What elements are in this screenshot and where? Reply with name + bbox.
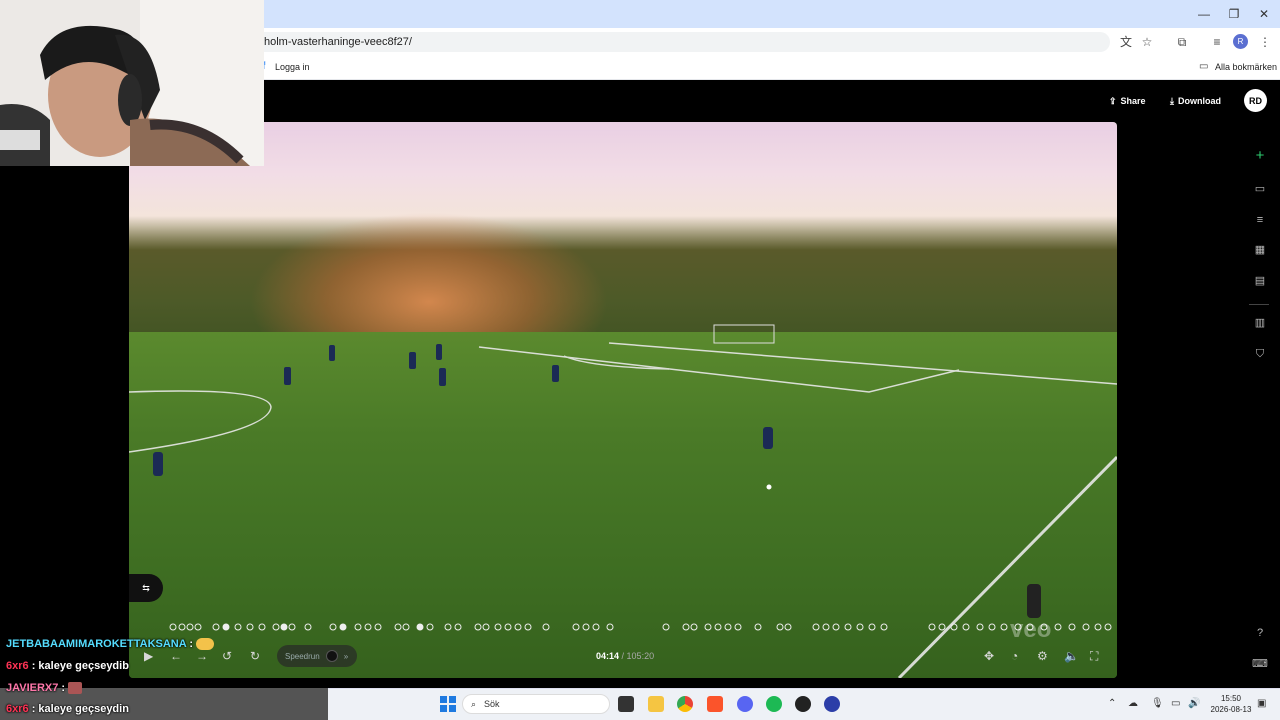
video-player[interactable]: [129, 122, 1117, 678]
chat-sep: :: [58, 682, 69, 694]
url-text[interactable]: holm-vasterhaninge-veec8f27/: [264, 36, 412, 48]
chat-sep: :: [186, 638, 197, 650]
veo-watermark: veo: [1010, 616, 1052, 643]
bookmark-login[interactable]: Logga in: [275, 62, 310, 72]
speedrun-toggle[interactable]: Speedrun »: [277, 645, 357, 667]
scoreboard-icon[interactable]: ▦: [1252, 242, 1268, 258]
chat-line: JETBABAAMIMAROKETTAKSANA :: [6, 638, 215, 651]
move-icon[interactable]: ✥: [984, 649, 994, 663]
speed-icon[interactable]: ◔: [1011, 649, 1018, 663]
chat-user: JETBABAAMIMAROKETTAKSANA: [6, 638, 187, 650]
discord-icon[interactable]: [737, 696, 753, 712]
star-icon[interactable]: ☆: [1139, 34, 1155, 50]
tray-chevron-icon[interactable]: ⌃: [1108, 698, 1116, 709]
download-label: Download: [1177, 96, 1221, 106]
panel-toggle-button[interactable]: ⇆: [129, 574, 163, 602]
chat-sep: :: [28, 703, 39, 715]
chat-message: kaleye geçseydib: [38, 660, 129, 672]
task-view-icon[interactable]: [618, 696, 634, 712]
obs-icon[interactable]: [795, 696, 811, 712]
chat-line: 6xr6 : kaleye geçseydib: [6, 660, 129, 672]
chat-sep: :: [28, 660, 39, 672]
streamer-image: [0, 0, 264, 166]
speaker-icon[interactable]: 🔊: [1188, 698, 1200, 709]
chat-user: JAVIERX7: [6, 682, 59, 694]
taskbar-clock[interactable]: 15:50 2026-08-13: [1210, 693, 1252, 715]
pitch-lines: [129, 324, 1117, 678]
share-label: Share: [1120, 96, 1146, 106]
chrome-icon[interactable]: [677, 696, 693, 712]
profile-avatar[interactable]: R: [1233, 34, 1248, 49]
media-icon[interactable]: ≡: [1209, 34, 1225, 50]
minimize-icon[interactable]: —: [1196, 6, 1212, 22]
folder-icon: ▭: [1199, 61, 1209, 72]
timecode: 04:14 / 105:20: [596, 651, 654, 661]
taskbar-search[interactable]: ⌕ Sök: [462, 694, 610, 714]
chat-line: 6xr6 : kaleye geçseydin: [6, 703, 129, 715]
file-explorer-icon[interactable]: [648, 696, 664, 712]
chat-user: 6xr6: [6, 660, 29, 672]
fullscreen-icon[interactable]: ⛶: [1090, 649, 1098, 664]
spotify-icon[interactable]: [766, 696, 782, 712]
chat-line: JAVIERX7 :: [6, 682, 83, 695]
brave-icon[interactable]: [707, 696, 723, 712]
menu-icon[interactable]: ⋮: [1257, 34, 1273, 50]
sidebar-divider: [1249, 304, 1269, 305]
ball: [766, 484, 772, 490]
next-icon[interactable]: →: [196, 649, 208, 663]
speedrun-label: Speedrun: [285, 651, 320, 661]
download-button[interactable]: ⤓ Download: [1170, 94, 1221, 108]
jersey-icon[interactable]: ⛉: [1252, 346, 1268, 362]
close-icon[interactable]: ✕: [1256, 6, 1272, 22]
prev-icon[interactable]: ←: [170, 649, 182, 663]
settings-icon[interactable]: ⚙: [1037, 649, 1048, 663]
microphone-icon[interactable]: 🎙: [1151, 698, 1164, 709]
clock-time: 15:50: [1220, 694, 1242, 703]
download-icon: ⤓: [1170, 95, 1174, 106]
rewind-icon[interactable]: ↺: [222, 649, 232, 663]
extensions-icon[interactable]: ⧉: [1174, 34, 1190, 50]
translate-icon[interactable]: 文: [1118, 34, 1134, 50]
search-placeholder: Sök: [484, 699, 500, 709]
list-icon[interactable]: ≡: [1252, 212, 1268, 228]
chat-message: kaleye geçseydin: [38, 703, 129, 715]
share-icon: ⇪: [1109, 95, 1117, 106]
restore-icon[interactable]: ❐: [1226, 6, 1242, 22]
emote-icon: [196, 638, 215, 651]
document-icon[interactable]: ▤: [1252, 273, 1268, 289]
share-button[interactable]: ⇪ Share: [1109, 94, 1146, 108]
camera-icon[interactable]: ▭: [1252, 181, 1268, 197]
help-icon[interactable]: ?: [1252, 625, 1268, 641]
players: [153, 344, 1041, 618]
volume-icon[interactable]: 🔈: [1064, 649, 1079, 663]
event-markers[interactable]: [168, 622, 1113, 632]
ea-icon[interactable]: [824, 696, 840, 712]
time-total: / 105:20: [621, 651, 655, 661]
clock-date: 2026-08-13: [1210, 705, 1252, 714]
notification-icon[interactable]: ▣: [1257, 698, 1266, 709]
all-bookmarks[interactable]: Alla bokmärken: [1215, 62, 1277, 72]
fast-forward-icon: »: [343, 651, 349, 661]
tray-cloud-icon[interactable]: ☁: [1128, 698, 1138, 709]
emote-icon: [68, 682, 83, 695]
chat-user: 6xr6: [6, 703, 29, 715]
search-icon: ⌕: [471, 698, 477, 709]
time-current: 04:14: [596, 651, 620, 661]
keyboard-icon[interactable]: ⌨: [1252, 656, 1268, 672]
webcam-overlay: [0, 0, 264, 166]
forward-icon[interactable]: ↻: [250, 649, 260, 663]
windows-start-icon[interactable]: [440, 696, 456, 712]
stats-icon[interactable]: ▥: [1252, 315, 1268, 331]
user-avatar[interactable]: RD: [1244, 89, 1267, 112]
goal-frame: [713, 324, 775, 344]
speedrun-knob: [325, 650, 338, 662]
network-icon[interactable]: ▭: [1171, 698, 1180, 709]
plus-icon[interactable]: +: [1252, 148, 1268, 164]
play-icon[interactable]: ▶: [144, 649, 153, 663]
